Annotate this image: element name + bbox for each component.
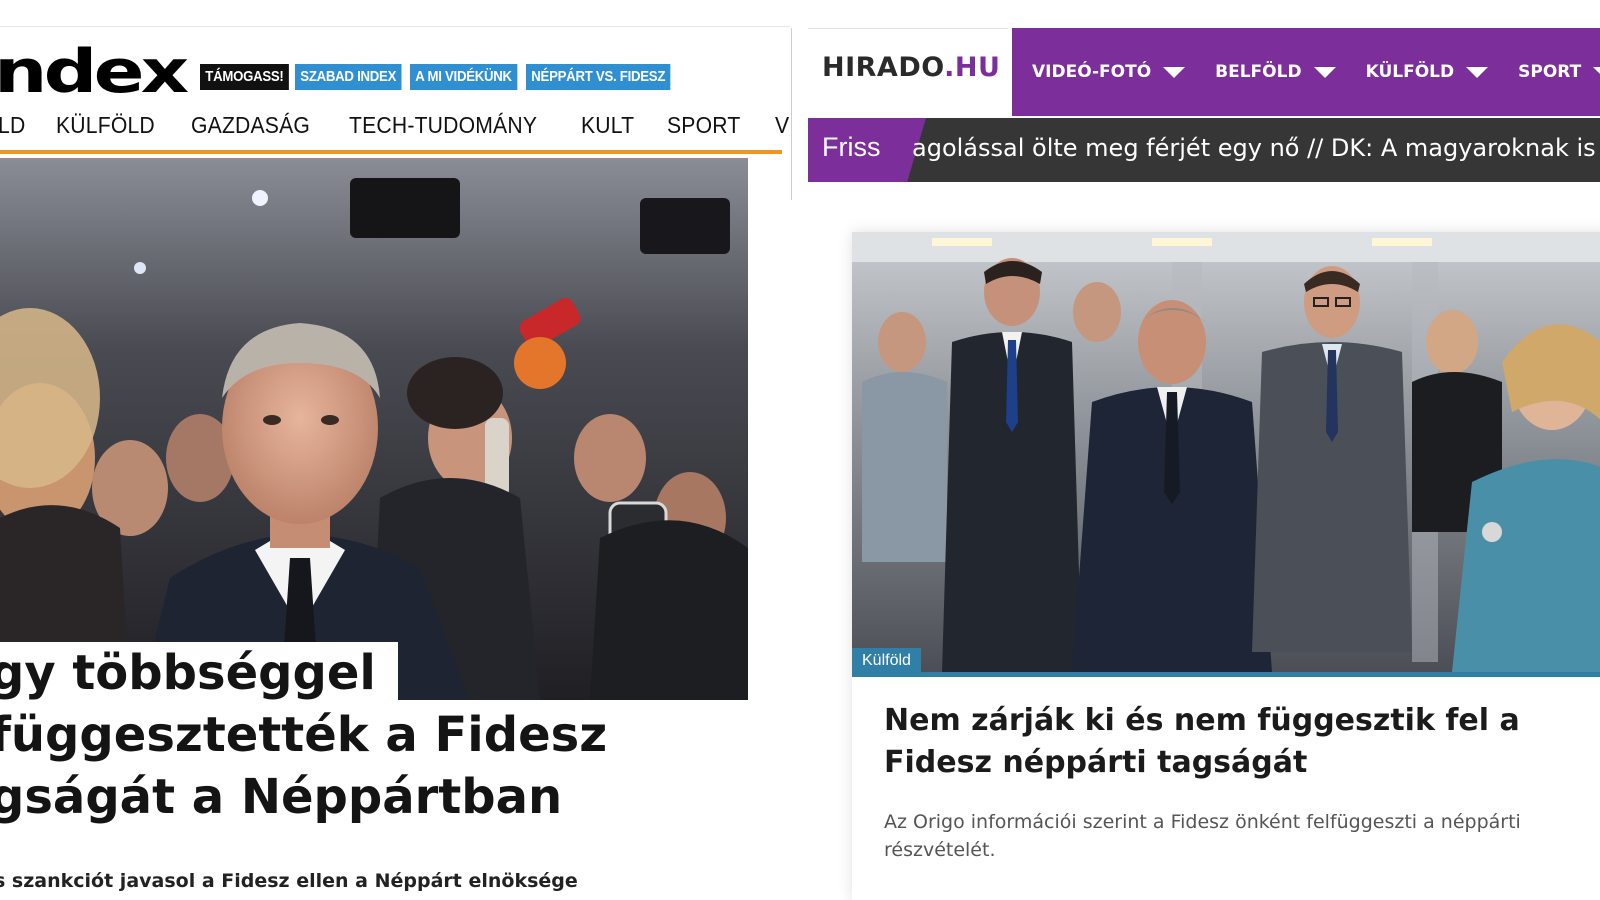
- lead-article-subtitle: s szankciót javasol a Fidesz ellen a Nép…: [0, 870, 578, 892]
- neppart-vs-fidesz-tag-link[interactable]: NÉPPÁRT VS. FIDESZ: [525, 64, 671, 90]
- menu-item-label: KÜLFÖLD: [1365, 62, 1455, 82]
- chevron-down-icon: [1163, 66, 1186, 78]
- headline-line-2: függesztették a Fidesz: [0, 707, 608, 763]
- index-logo[interactable]: ndex: [0, 32, 189, 112]
- nav-item-gazdasag[interactable]: GAZDASÁG: [191, 112, 310, 139]
- photo-accent-line: [852, 672, 1600, 677]
- menu-item-label: BELFÖLD: [1215, 62, 1302, 82]
- nav-item-sport[interactable]: SPORT: [667, 112, 740, 139]
- nav-item-tech-tudomany[interactable]: TECH-TUDOMÁNY: [349, 112, 537, 139]
- menu-item-kulfold[interactable]: KÜLFÖLD: [1366, 62, 1489, 82]
- brand-main: HIRADO: [822, 52, 945, 83]
- menu-item-video-foto[interactable]: VIDEÓ-FOTÓ: [1032, 62, 1186, 82]
- menu-item-label: VIDEÓ-FOTÓ: [1032, 62, 1152, 82]
- ticker-label: Friss: [808, 118, 926, 182]
- menu-item-sport[interactable]: SPORT: [1518, 62, 1600, 82]
- nav-item-kulfold[interactable]: KÜLFÖLD: [56, 112, 155, 139]
- brand-tld: .HU: [944, 52, 1001, 83]
- hirado-screenshot-panel: HIRADO.HU VIDEÓ-FOTÓ BELFÖLD KÜLFÖLD SPO…: [808, 0, 1600, 900]
- main-menu: VIDEÓ-FOTÓ BELFÖLD KÜLFÖLD SPORT: [1012, 28, 1600, 116]
- menu-item-label: SPORT: [1518, 62, 1582, 82]
- index-screenshot-panel: ndex TÁMOGASS! SZABAD INDEX A MI VIDÉKÜN…: [0, 0, 790, 900]
- ticker-text[interactable]: agolással ölte meg férjét egy nő // DK: …: [912, 134, 1596, 162]
- featured-article-card[interactable]: Külföld Nem zárják ki és nem függesztik …: [852, 232, 1600, 900]
- featured-article-summary: Az Origo információi szerint a Fidesz ön…: [884, 811, 1521, 861]
- videkunk-tag-link[interactable]: A MI VIDÉKÜNK: [409, 64, 518, 90]
- divider-rule: [791, 28, 792, 200]
- hirado-logo[interactable]: HIRADO.HU: [822, 52, 1000, 83]
- headline-line-1: gy többséggel: [0, 642, 398, 704]
- delegation-walking-illustration: [852, 232, 1600, 672]
- featured-article-title[interactable]: Nem zárják ki és nem függesztik fel a Fi…: [884, 700, 1600, 784]
- chevron-down-icon: [1313, 66, 1336, 78]
- featured-article-photo[interactable]: [852, 232, 1600, 672]
- nav-underline: [0, 150, 782, 154]
- nav-item-velemeny[interactable]: VÉLEMÉN: [775, 112, 790, 139]
- chevron-down-icon: [1466, 66, 1489, 78]
- szabad-index-tag-link[interactable]: SZABAD INDEX: [294, 64, 402, 90]
- headline-line-3: gságát a Néppártban: [0, 769, 563, 825]
- main-navigation: LD KÜLFÖLD GAZDASÁG TECH-TUDOMÁNY KULT S…: [0, 112, 790, 139]
- support-tag-link[interactable]: TÁMOGASS!: [200, 64, 289, 90]
- featured-tags: TÁMOGASS! SZABAD INDEX A MI VIDÉKÜNK NÉP…: [200, 64, 680, 90]
- nav-item-kult[interactable]: KULT: [581, 112, 634, 139]
- top-divider: [0, 26, 790, 27]
- menu-item-belfold[interactable]: BELFÖLD: [1215, 62, 1336, 82]
- panel-divider: [790, 0, 808, 900]
- lead-article-headline[interactable]: gy többséggel függesztették a Fidesz gsá…: [0, 642, 750, 828]
- category-badge[interactable]: Külföld: [852, 648, 921, 674]
- press-scrum-illustration: [0, 158, 748, 700]
- news-ticker[interactable]: Friss agolással ölte meg férjét egy nő /…: [808, 118, 1600, 182]
- chevron-down-icon: [1593, 66, 1600, 78]
- nav-item-belfold[interactable]: LD: [0, 112, 25, 139]
- lead-article-photo[interactable]: [0, 158, 748, 700]
